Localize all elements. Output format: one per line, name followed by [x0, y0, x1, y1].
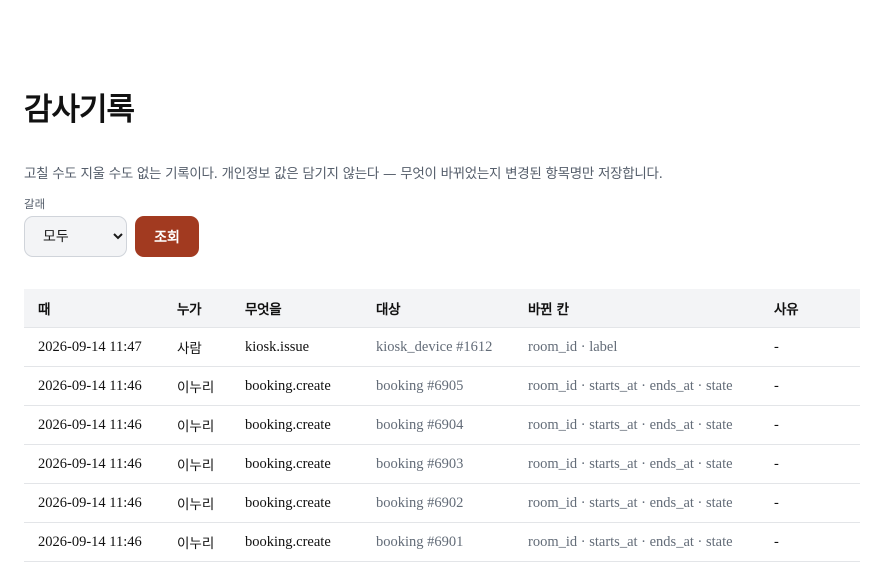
- cell-what: kiosk.issue: [231, 327, 362, 367]
- table-header-row: 때 누가 무엇을 대상 바뀐 칸 사유: [24, 289, 860, 328]
- table-row: 2026-09-14 11:46 이누리 booking.create book…: [24, 522, 860, 562]
- cell-who: 이누리: [163, 522, 231, 562]
- cell-reason: -: [760, 522, 860, 562]
- cell-who: 사람: [163, 327, 231, 367]
- cell-target: booking #6903: [362, 444, 514, 484]
- cell-who: 이누리: [163, 405, 231, 445]
- cell-what: booking.create: [231, 522, 362, 562]
- cell-when: 2026-09-14 11:46: [24, 444, 163, 484]
- cell-when: 2026-09-14 11:46: [24, 366, 163, 406]
- cell-target: kiosk_device #1612: [362, 327, 514, 367]
- page-description: 고칠 수도 지울 수도 없는 기록이다. 개인정보 값은 담기지 않는다 — 무…: [24, 165, 663, 182]
- table-row: 2026-09-14 11:46 이누리 booking.create book…: [24, 366, 860, 406]
- cell-changed: room_id · starts_at · ends_at · state: [514, 366, 760, 406]
- cell-reason: -: [760, 483, 860, 523]
- cell-what: booking.create: [231, 366, 362, 406]
- cell-target: booking #6905: [362, 366, 514, 406]
- cell-who: 이누리: [163, 444, 231, 484]
- cell-what: booking.create: [231, 405, 362, 445]
- cell-what: booking.create: [231, 483, 362, 523]
- category-select[interactable]: 모두: [24, 216, 127, 257]
- cell-changed: room_id · starts_at · ends_at · state: [514, 405, 760, 445]
- cell-who: 이누리: [163, 366, 231, 406]
- cell-changed: room_id · starts_at · ends_at · state: [514, 444, 760, 484]
- cell-target: booking #6901: [362, 522, 514, 562]
- cell-what: booking.create: [231, 444, 362, 484]
- cell-when: 2026-09-14 11:46: [24, 405, 163, 445]
- table-row: 2026-09-14 11:47 사람 kiosk.issue kiosk_de…: [24, 327, 860, 367]
- header-when: 때: [24, 289, 163, 328]
- filter-label: 갈래: [24, 197, 46, 211]
- cell-reason: -: [760, 405, 860, 445]
- cell-changed: room_id · starts_at · ends_at · state: [514, 522, 760, 562]
- table-row: 2026-09-14 11:46 이누리 booking.create book…: [24, 444, 860, 484]
- cell-target: booking #6904: [362, 405, 514, 445]
- cell-reason: -: [760, 327, 860, 367]
- cell-target: booking #6902: [362, 483, 514, 523]
- page-title: 감사기록: [24, 92, 135, 128]
- cell-changed: room_id · starts_at · ends_at · state: [514, 483, 760, 523]
- header-who: 누가: [163, 289, 231, 328]
- cell-when: 2026-09-14 11:47: [24, 327, 163, 367]
- cell-changed: room_id · label: [514, 327, 760, 367]
- search-button[interactable]: 조회: [135, 216, 199, 257]
- cell-reason: -: [760, 444, 860, 484]
- table-row: 2026-09-14 11:46 이누리 booking.create book…: [24, 483, 860, 523]
- cell-when: 2026-09-14 11:46: [24, 522, 163, 562]
- header-what: 무엇을: [231, 289, 362, 328]
- table-row: 2026-09-14 11:46 이누리 booking.create book…: [24, 405, 860, 445]
- cell-who: 이누리: [163, 483, 231, 523]
- header-reason: 사유: [760, 289, 860, 328]
- audit-table: 때 누가 무엇을 대상 바뀐 칸 사유 2026-09-14 11:47 사람 …: [24, 289, 860, 562]
- header-target: 대상: [362, 289, 514, 328]
- cell-when: 2026-09-14 11:46: [24, 483, 163, 523]
- header-changed: 바뀐 칸: [514, 289, 760, 328]
- cell-reason: -: [760, 366, 860, 406]
